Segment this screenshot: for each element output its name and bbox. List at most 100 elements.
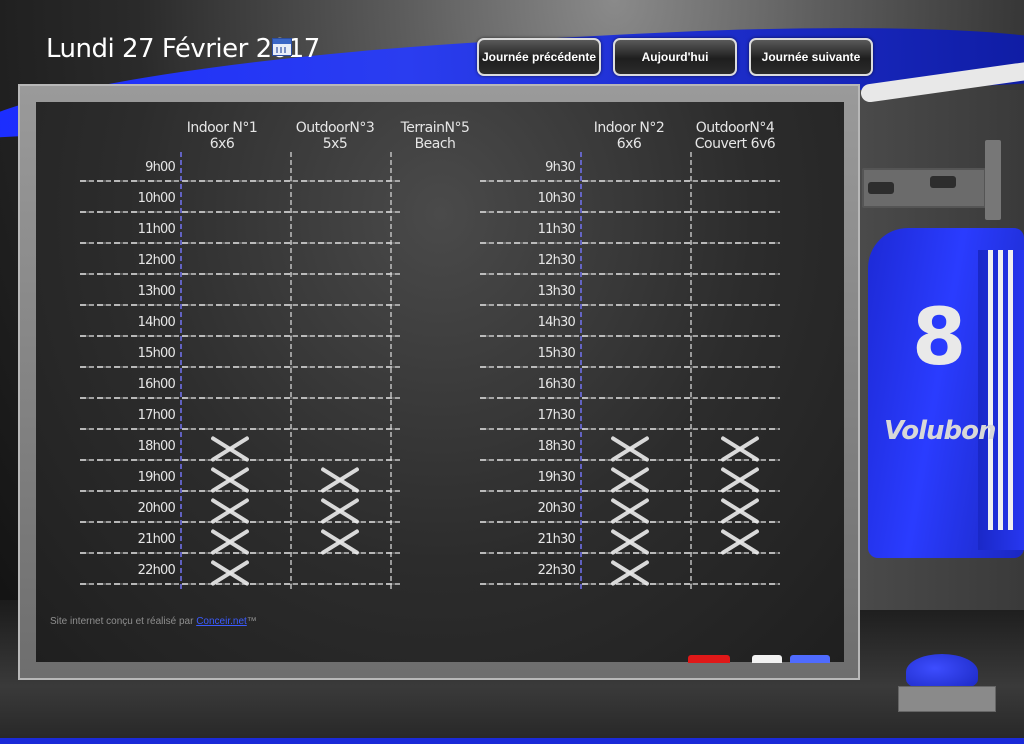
booking-slot[interactable] bbox=[392, 218, 478, 246]
booking-slot[interactable] bbox=[582, 528, 688, 556]
booking-slot[interactable] bbox=[392, 342, 478, 370]
previous-day-button[interactable]: Journée précédente bbox=[477, 38, 601, 76]
booking-slot[interactable] bbox=[182, 218, 288, 246]
booking-slot[interactable] bbox=[182, 559, 288, 587]
booking-slot[interactable] bbox=[182, 187, 288, 215]
booking-slot[interactable] bbox=[182, 528, 288, 556]
time-slot-label: 11h30 bbox=[537, 222, 576, 237]
booking-slot[interactable] bbox=[582, 373, 688, 401]
booking-slot[interactable] bbox=[392, 466, 478, 494]
cross-mark-icon bbox=[210, 559, 250, 587]
booking-slot[interactable] bbox=[182, 156, 288, 184]
booking-slot[interactable] bbox=[392, 404, 478, 432]
booking-slot[interactable] bbox=[292, 559, 388, 587]
booking-slot[interactable] bbox=[292, 435, 388, 463]
jersey-stripe bbox=[988, 250, 993, 530]
booking-slot[interactable] bbox=[182, 466, 288, 494]
booking-slot[interactable] bbox=[392, 373, 478, 401]
booking-slot[interactable] bbox=[392, 528, 478, 556]
booking-slot[interactable] bbox=[582, 218, 688, 246]
credit-link[interactable]: Conceir.net bbox=[196, 616, 247, 627]
booking-slot[interactable] bbox=[182, 404, 288, 432]
booking-slot[interactable] bbox=[692, 342, 778, 370]
booking-slot[interactable] bbox=[182, 311, 288, 339]
booking-slot[interactable] bbox=[392, 497, 478, 525]
booking-slot[interactable] bbox=[292, 342, 388, 370]
time-slot-label: 17h00 bbox=[137, 408, 176, 423]
booking-slot[interactable] bbox=[692, 249, 778, 277]
booking-slot[interactable] bbox=[392, 187, 478, 215]
booking-slot[interactable] bbox=[392, 559, 478, 587]
booking-slot[interactable] bbox=[582, 311, 688, 339]
booking-slot[interactable] bbox=[692, 404, 778, 432]
cross-mark-icon bbox=[720, 528, 760, 556]
court-header: Indoor N°1 6x6 bbox=[167, 120, 277, 152]
time-slot-label: 14h30 bbox=[537, 315, 576, 330]
booking-slot[interactable] bbox=[582, 156, 688, 184]
cross-mark-icon bbox=[210, 466, 250, 494]
booking-slot[interactable] bbox=[292, 528, 388, 556]
booking-slot[interactable] bbox=[182, 280, 288, 308]
booking-slot[interactable] bbox=[692, 497, 778, 525]
booking-slot[interactable] bbox=[182, 497, 288, 525]
booking-slot[interactable] bbox=[392, 311, 478, 339]
booking-slot[interactable] bbox=[392, 249, 478, 277]
time-slot-label: 14h00 bbox=[137, 315, 176, 330]
jersey-logo: Volubon bbox=[884, 416, 997, 446]
booking-slot[interactable] bbox=[182, 249, 288, 277]
booking-slot[interactable] bbox=[692, 559, 778, 587]
booking-slot[interactable] bbox=[292, 404, 388, 432]
booking-slot[interactable] bbox=[292, 156, 388, 184]
court-format: 5x5 bbox=[322, 136, 348, 152]
booking-slot[interactable] bbox=[392, 435, 478, 463]
booking-slot[interactable] bbox=[292, 280, 388, 308]
time-slot-label: 11h00 bbox=[137, 222, 176, 237]
booking-slot[interactable] bbox=[292, 311, 388, 339]
court-name: OutdoorN°4 bbox=[695, 120, 775, 136]
site-credit-suffix: ™ bbox=[246, 616, 257, 627]
booking-slot[interactable] bbox=[392, 280, 478, 308]
booking-slot[interactable] bbox=[692, 466, 778, 494]
booking-slot[interactable] bbox=[392, 156, 478, 184]
booking-slot[interactable] bbox=[692, 280, 778, 308]
court-format: Couvert 6v6 bbox=[694, 136, 776, 152]
booking-slot[interactable] bbox=[692, 156, 778, 184]
calendar-icon[interactable] bbox=[272, 38, 292, 56]
booking-slot[interactable] bbox=[292, 466, 388, 494]
next-day-button[interactable]: Journée suivante bbox=[749, 38, 873, 76]
today-button[interactable]: Aujourd'hui bbox=[613, 38, 737, 76]
cross-mark-icon bbox=[720, 497, 760, 525]
time-slot-label: 9h00 bbox=[145, 160, 176, 175]
court-header: Indoor N°2 6x6 bbox=[574, 120, 684, 152]
booking-slot[interactable] bbox=[582, 435, 688, 463]
booking-slot[interactable] bbox=[182, 373, 288, 401]
booking-slot[interactable] bbox=[292, 373, 388, 401]
booking-slot[interactable] bbox=[582, 342, 688, 370]
cap-image bbox=[906, 654, 978, 690]
booking-slot[interactable] bbox=[692, 187, 778, 215]
time-slot-label: 22h00 bbox=[137, 563, 176, 578]
cross-mark-icon bbox=[610, 466, 650, 494]
booking-slot[interactable] bbox=[182, 342, 288, 370]
booking-slot[interactable] bbox=[292, 249, 388, 277]
booking-slot[interactable] bbox=[692, 435, 778, 463]
white-chalk bbox=[752, 655, 782, 663]
booking-slot[interactable] bbox=[582, 280, 688, 308]
booking-slot[interactable] bbox=[582, 404, 688, 432]
booking-slot[interactable] bbox=[582, 249, 688, 277]
booking-slot[interactable] bbox=[292, 497, 388, 525]
time-slot-label: 18h30 bbox=[537, 439, 576, 454]
cross-mark-icon bbox=[210, 528, 250, 556]
booking-slot[interactable] bbox=[292, 187, 388, 215]
booking-slot[interactable] bbox=[692, 218, 778, 246]
booking-slot[interactable] bbox=[182, 435, 288, 463]
booking-slot[interactable] bbox=[692, 311, 778, 339]
booking-slot[interactable] bbox=[582, 187, 688, 215]
booking-slot[interactable] bbox=[582, 466, 688, 494]
booking-slot[interactable] bbox=[692, 528, 778, 556]
time-slot-label: 19h30 bbox=[537, 470, 576, 485]
booking-slot[interactable] bbox=[292, 218, 388, 246]
booking-slot[interactable] bbox=[582, 559, 688, 587]
booking-slot[interactable] bbox=[582, 497, 688, 525]
booking-slot[interactable] bbox=[692, 373, 778, 401]
